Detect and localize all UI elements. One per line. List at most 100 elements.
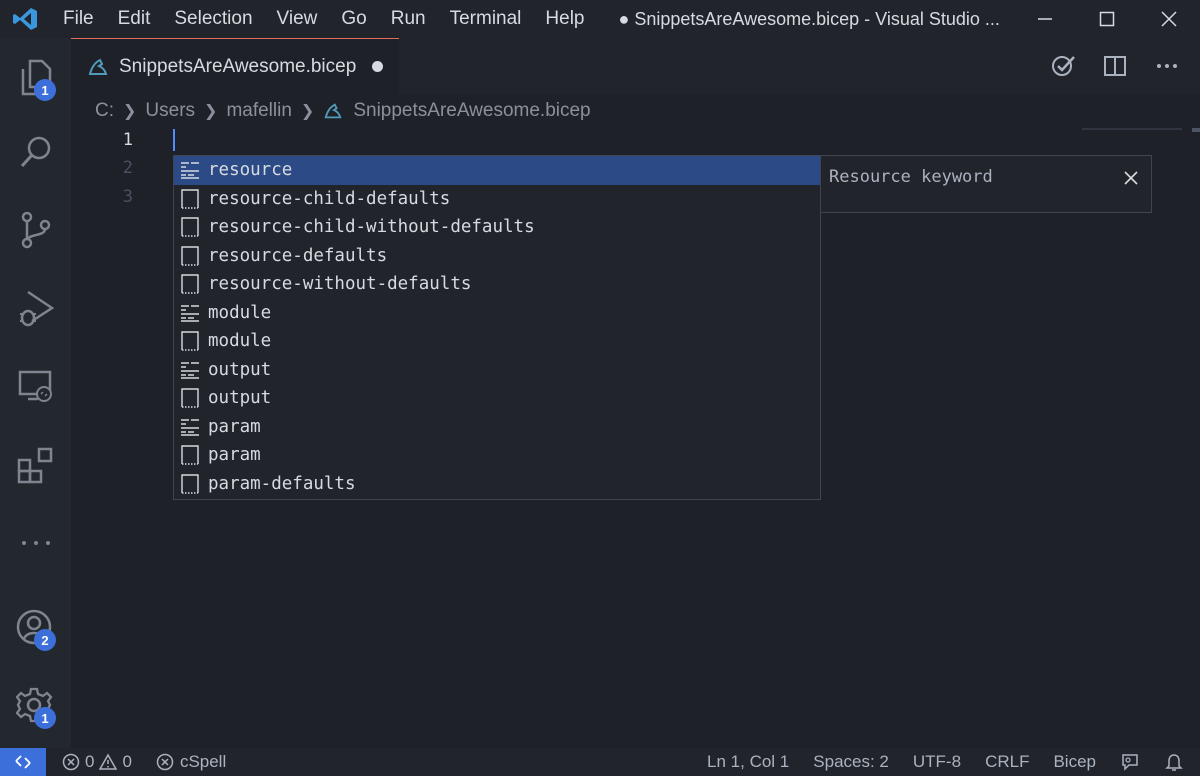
menu-file[interactable]: File <box>50 0 106 38</box>
suggest-item[interactable]: module <box>174 327 820 356</box>
editor-tab[interactable]: SnippetsAreAwesome.bicep <box>71 38 399 94</box>
remote-icon <box>15 755 31 769</box>
snippet-icon <box>179 216 201 238</box>
keyword-icon <box>179 159 201 181</box>
accounts-button[interactable]: 2 <box>0 588 71 666</box>
menu-terminal[interactable]: Terminal <box>438 0 534 38</box>
ellipsis-icon <box>1157 64 1177 68</box>
check-circle-icon <box>1052 56 1075 76</box>
suggest-item[interactable]: param <box>174 413 820 442</box>
feedback-button[interactable] <box>1108 748 1152 776</box>
menu-selection[interactable]: Selection <box>162 0 264 38</box>
search-icon <box>20 136 50 168</box>
suggest-item-label: module <box>208 302 272 323</box>
run-debug-button[interactable] <box>0 269 71 347</box>
extensions-button[interactable] <box>0 426 71 504</box>
snippet-icon <box>179 245 201 267</box>
suggest-item[interactable]: resource-defaults <box>174 242 820 271</box>
source-control-button[interactable] <box>0 191 71 269</box>
error-icon <box>156 753 174 771</box>
minimize-icon <box>1038 18 1052 20</box>
suggest-item[interactable]: module <box>174 299 820 328</box>
remote-indicator-button[interactable] <box>0 748 46 776</box>
language-mode-status[interactable]: Bicep <box>1041 748 1108 776</box>
maximize-button[interactable] <box>1076 0 1138 38</box>
menu-edit[interactable]: Edit <box>106 0 163 38</box>
remote-explorer-button[interactable] <box>0 347 71 425</box>
close-window-button[interactable] <box>1138 0 1200 38</box>
manage-button[interactable]: 1 <box>0 666 71 744</box>
cspell-status[interactable]: cSpell <box>140 748 234 776</box>
line-number: 1 <box>122 130 133 150</box>
text-cursor <box>173 129 175 151</box>
more-actions-button[interactable] <box>1152 51 1182 81</box>
line-number: 3 <box>122 187 133 207</box>
suggest-item-label: param-defaults <box>208 473 356 494</box>
split-editor-button[interactable] <box>1100 51 1130 81</box>
remote-explorer-icon <box>18 370 52 402</box>
keyword-icon <box>179 359 201 381</box>
error-icon <box>62 753 80 771</box>
minimize-button[interactable] <box>1014 0 1076 38</box>
suggest-item[interactable]: resource-child-defaults <box>174 185 820 214</box>
snippet-icon <box>179 330 201 352</box>
breadcrumb-drive[interactable]: C: <box>95 100 114 122</box>
explorer-button[interactable]: 1 <box>0 38 71 116</box>
check-action-button[interactable] <box>1048 51 1078 81</box>
suggest-widget: resource resource-child-defaults resourc… <box>173 155 821 500</box>
cursor-position-status[interactable]: Ln 1, Col 1 <box>695 748 801 776</box>
suggest-details-text: Resource keyword <box>829 167 993 187</box>
window-title: ● SnippetsAreAwesome.bicep - Visual Stud… <box>618 8 999 29</box>
unsaved-dot-icon[interactable] <box>372 61 384 72</box>
suggest-details: Resource keyword <box>820 155 1152 213</box>
problems-status[interactable]: 0 0 <box>46 748 140 776</box>
snippet-icon <box>179 444 201 466</box>
search-button[interactable] <box>0 113 71 191</box>
suggest-item[interactable]: output <box>174 356 820 385</box>
status-bar: 0 0 cSpell Ln 1, Col 1 Spaces: 2 UTF-8 C… <box>0 748 1200 776</box>
more-views-button[interactable] <box>0 504 71 582</box>
suggest-item[interactable]: resource-child-without-defaults <box>174 213 820 242</box>
menu-go[interactable]: Go <box>329 0 378 38</box>
line-number: 2 <box>122 158 133 178</box>
activity-bar: 1 2 1 <box>0 38 71 748</box>
breadcrumb-file[interactable]: SnippetsAreAwesome.bicep <box>353 100 590 122</box>
snippet-icon <box>179 188 201 210</box>
menu-run[interactable]: Run <box>379 0 438 38</box>
suggest-item[interactable]: output <box>174 384 820 413</box>
overview-ruler[interactable] <box>1186 128 1200 748</box>
suggest-item-label: resource <box>208 160 293 181</box>
encoding-status[interactable]: UTF-8 <box>901 748 973 776</box>
suggest-item[interactable]: param <box>174 441 820 470</box>
chevron-right-icon: ❯ <box>123 103 137 120</box>
split-editor-icon <box>1104 56 1126 76</box>
eol-status[interactable]: CRLF <box>973 748 1041 776</box>
suggest-item[interactable]: resource-without-defaults <box>174 270 820 299</box>
menu-help[interactable]: Help <box>533 0 596 38</box>
suggest-item-label: resource-without-defaults <box>208 274 472 295</box>
suggest-item-label: output <box>208 388 272 409</box>
close-details-button[interactable] <box>1121 168 1141 188</box>
suggest-item[interactable]: resource <box>174 156 820 185</box>
bicep-file-icon <box>88 58 108 75</box>
tab-bar: SnippetsAreAwesome.bicep <box>71 38 1200 94</box>
keyword-icon <box>179 416 201 438</box>
suggest-item[interactable]: param-defaults <box>174 470 820 499</box>
snippet-icon <box>179 473 201 495</box>
snippet-icon <box>179 387 201 409</box>
ruler-cursor-mark <box>1192 128 1200 132</box>
chevron-right-icon: ❯ <box>300 103 315 120</box>
extensions-icon <box>17 447 52 484</box>
feedback-icon <box>1122 754 1138 771</box>
accounts-badge: 2 <box>34 629 56 651</box>
suggest-item-label: resource-defaults <box>208 245 388 266</box>
suggest-item-label: output <box>208 359 272 380</box>
suggest-item-label: resource-child-without-defaults <box>208 217 535 238</box>
suggest-item-label: resource-child-defaults <box>208 188 451 209</box>
breadcrumb-user-folder[interactable]: mafellin <box>226 100 291 122</box>
menu-view[interactable]: View <box>265 0 330 38</box>
manage-badge: 1 <box>34 707 56 729</box>
breadcrumb-users[interactable]: Users <box>145 100 195 122</box>
notifications-button[interactable] <box>1152 748 1200 776</box>
indentation-status[interactable]: Spaces: 2 <box>801 748 901 776</box>
